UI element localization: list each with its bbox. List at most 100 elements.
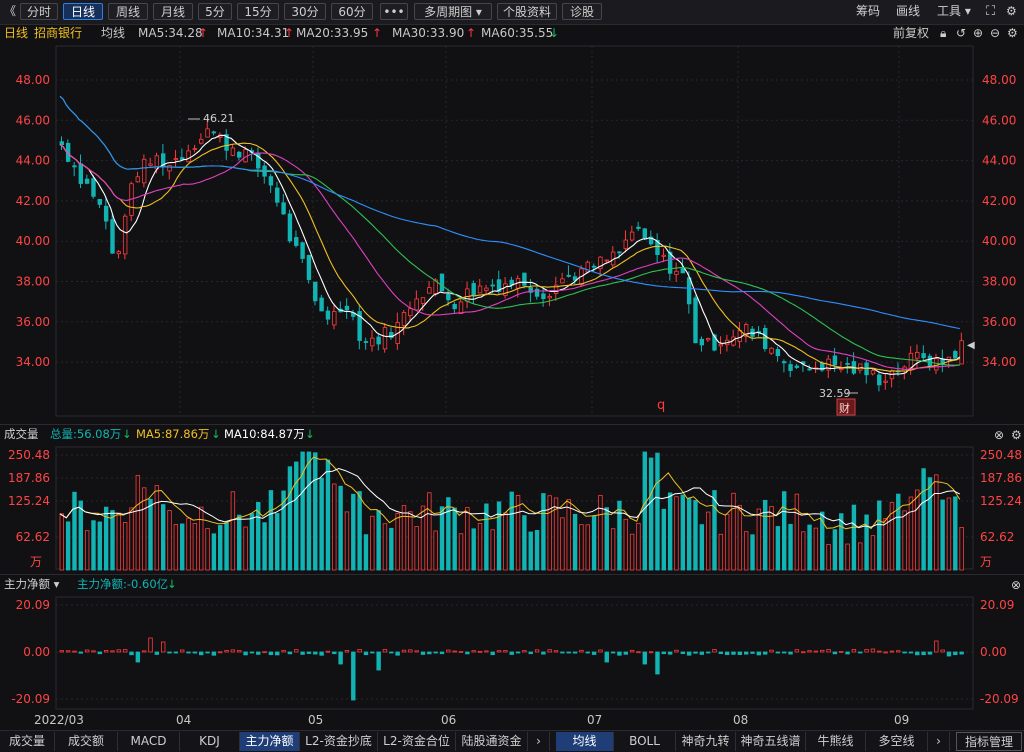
volume-axis-right: 250.48 187.86 125.24 62.62	[980, 448, 1022, 544]
candle-body	[566, 274, 571, 277]
flow-bar	[572, 651, 578, 654]
flow-bar	[420, 651, 426, 655]
tab-volume[interactable]: 成交量	[0, 732, 55, 751]
tab-15min[interactable]: 15分	[237, 3, 279, 20]
tab-ma[interactable]: 均线	[556, 732, 614, 751]
tab-l2-bottom[interactable]: L2-资金抄底	[300, 732, 378, 751]
tab-l2-position[interactable]: L2-资金合位	[378, 732, 456, 751]
price-chart[interactable]: 48.00 46.00 44.00 42.00 40.00 38.00 36.00 34.00…	[0, 42, 1024, 424]
draw-line-button[interactable]: 画线	[896, 3, 920, 20]
tools-button[interactable]: 工具 ▾	[937, 3, 971, 20]
candle-body	[319, 297, 324, 312]
flow-bar	[845, 651, 850, 655]
undo-icon[interactable]: ↺	[956, 24, 966, 42]
adjust-mode-button[interactable]: 前复权	[893, 24, 929, 42]
flow-bar	[528, 651, 533, 655]
tab-main-flow[interactable]: 主力净额	[240, 732, 300, 751]
candle-body	[103, 205, 109, 222]
stock-info-button[interactable]: 个股资料	[497, 3, 557, 20]
volume-bar	[674, 496, 679, 571]
chevron-right-icon[interactable]: ›	[928, 732, 950, 751]
flow-chart[interactable]: 20.09 0.00 -20.09 20.09 0.00 -20.09	[0, 595, 1024, 710]
flow-bar	[167, 651, 172, 654]
flow-bar	[661, 651, 666, 655]
candle-body	[458, 301, 464, 315]
more-button[interactable]: •••	[380, 3, 408, 20]
event-marker-q[interactable]: q	[657, 398, 665, 413]
tab-bull-bear[interactable]: 牛熊线	[806, 732, 866, 751]
flow-bar	[218, 651, 223, 654]
date-axis: 2022/03 04 05 06 07 08 09	[34, 713, 909, 727]
lock-icon[interactable]: 🔒︎	[940, 24, 946, 42]
candle-body	[237, 151, 242, 158]
volume-bar	[591, 515, 597, 571]
indicator-manage-button[interactable]: 指标管理	[956, 732, 1022, 751]
volume-bar	[801, 531, 806, 571]
flow-bar	[515, 651, 521, 654]
tab-kdj[interactable]: KDJ	[180, 732, 240, 751]
flow-bar	[243, 651, 248, 656]
tab-turnover[interactable]: 成交额	[55, 732, 118, 751]
tab-five-lines[interactable]: 神奇五线谱	[736, 732, 806, 751]
candle-body	[275, 187, 280, 203]
flow-bar	[446, 649, 451, 653]
chips-button[interactable]: 筹码	[856, 3, 880, 20]
volume-bar	[110, 510, 115, 571]
flow-bar	[902, 651, 907, 654]
tab-5min[interactable]: 5分	[198, 3, 232, 20]
volume-bar	[59, 513, 64, 571]
candle-body	[167, 165, 172, 172]
fullscreen-icon[interactable]: ⛶	[986, 3, 995, 20]
volume-bar	[338, 485, 343, 571]
flow-bar	[154, 651, 160, 655]
candle-body	[591, 265, 597, 268]
tab-intraday[interactable]: 分时	[20, 3, 58, 20]
flow-bar	[103, 650, 109, 653]
tab-boll[interactable]: BOLL	[614, 732, 676, 751]
candle-body	[629, 231, 635, 241]
candle-body	[382, 327, 388, 350]
flow-bar	[934, 640, 939, 653]
tab-60min[interactable]: 60分	[331, 3, 373, 20]
tab-macd[interactable]: MACD	[118, 732, 180, 751]
volume-bar	[287, 466, 293, 571]
tab-northbound[interactable]: 陆股通资金	[456, 732, 528, 751]
candle-body	[110, 219, 115, 254]
flow-bar	[712, 649, 717, 653]
chevron-right-icon[interactable]: ›	[528, 732, 550, 751]
zoom-in-icon[interactable]: ⊕	[973, 24, 983, 42]
settings-icon[interactable]: ⚙	[1006, 3, 1017, 20]
settings-icon[interactable]: ⚙	[1007, 24, 1018, 42]
settings-icon[interactable]: ⚙	[1011, 426, 1022, 444]
zoom-out-icon[interactable]: ⊖	[990, 24, 1000, 42]
flow-bar	[91, 650, 96, 653]
volume-bar	[357, 491, 362, 571]
tab-nine-turn[interactable]: 神奇九转	[676, 732, 736, 751]
flow-bar	[313, 651, 318, 655]
current-price-pointer-icon: ◀	[967, 340, 975, 351]
diagnosis-button[interactable]: 诊股	[562, 3, 602, 20]
candle-body	[325, 310, 331, 320]
volume-bar	[921, 468, 926, 571]
candle-body	[870, 370, 876, 375]
volume-bar	[864, 514, 869, 571]
tab-monthly[interactable]: 月线	[153, 3, 193, 20]
flow-bar	[813, 650, 819, 653]
tab-weekly[interactable]: 周线	[108, 3, 148, 20]
volume-unit-left: 万	[30, 555, 42, 569]
close-icon[interactable]: ⊗	[1011, 576, 1021, 594]
tab-daily[interactable]: 日线	[63, 3, 103, 20]
candle-body	[522, 272, 527, 286]
multi-period-dropdown[interactable]: 多周期图 ▾	[414, 3, 492, 20]
tab-long-short[interactable]: 多空线	[866, 732, 928, 751]
finance-marker-label[interactable]: 财	[839, 401, 850, 415]
flow-bar	[940, 649, 945, 653]
close-icon[interactable]: ⊗	[994, 426, 1004, 444]
flow-title-dropdown[interactable]: 主力净额 ▾	[4, 575, 59, 593]
back-arrow-icon[interactable]: 《	[4, 3, 16, 20]
volume-chart[interactable]: 250.48 187.86 125.24 62.62 250.48 187.86 125.…	[0, 445, 1024, 573]
flow-bar	[648, 651, 654, 654]
tab-30min[interactable]: 30分	[284, 3, 326, 20]
flow-bar	[306, 651, 312, 654]
volume-bar	[332, 483, 337, 571]
